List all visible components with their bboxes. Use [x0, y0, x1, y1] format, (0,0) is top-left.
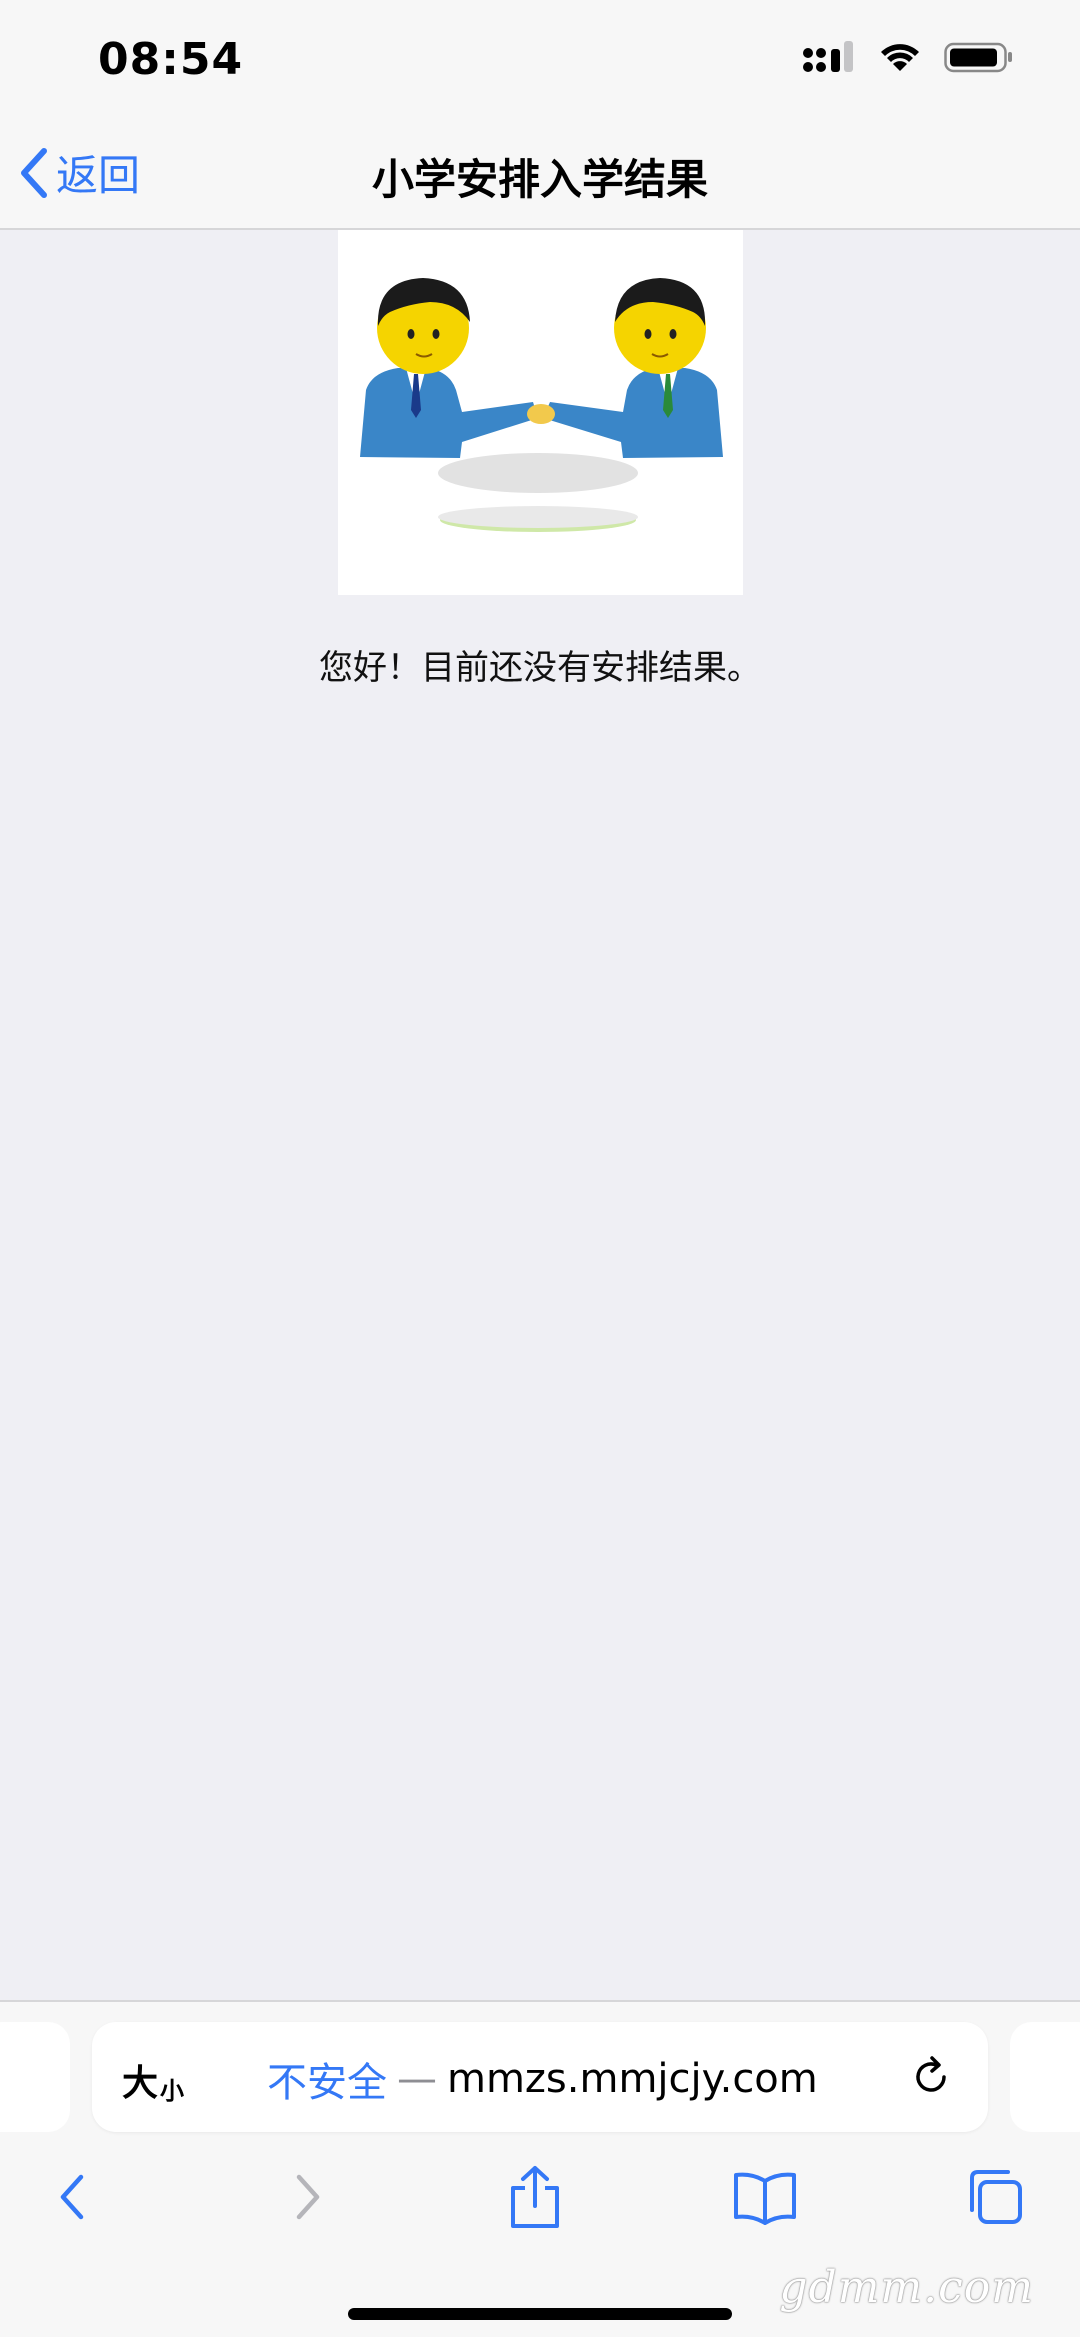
- url-separator: —: [397, 2056, 437, 2102]
- reload-icon[interactable]: [906, 2052, 956, 2102]
- tabs-icon: [970, 2170, 1022, 2224]
- cellular-signal-icon: [803, 41, 853, 72]
- url-domain: mmzs.mmjcjy.com: [447, 2056, 818, 2102]
- browser-toolbar: [0, 2152, 1080, 2252]
- browser-chrome: 大 小 不安全 — mmzs.mmjcjy.com gdmm.com: [0, 2000, 1080, 2337]
- text-size-button[interactable]: 大 小: [122, 2054, 184, 2106]
- watermark: gdmm.com: [779, 2262, 1034, 2313]
- status-icons: [802, 40, 1014, 74]
- book-icon: [734, 2172, 796, 2225]
- chevron-left-icon: [60, 2174, 84, 2220]
- wifi-icon: [881, 44, 919, 71]
- url-display[interactable]: 不安全 — mmzs.mmjcjy.com: [267, 2050, 818, 2108]
- home-indicator[interactable]: [348, 2308, 732, 2320]
- share-icon: [511, 2166, 559, 2228]
- handshake-illustration: [338, 230, 743, 595]
- battery-icon: [944, 42, 1012, 73]
- security-warning: 不安全: [267, 2060, 387, 2106]
- screen: 08:54 返回 小学安排入学结果 您好！目前还没有安排结果。 大 小 不安全 …: [0, 0, 1080, 2337]
- next-tab-preview[interactable]: [1010, 2022, 1080, 2132]
- main-content: 您好！目前还没有安排结果。: [0, 230, 1080, 2000]
- forward-nav-button[interactable]: [272, 2162, 342, 2232]
- back-nav-button[interactable]: [38, 2162, 108, 2232]
- tabs-button[interactable]: [960, 2162, 1030, 2232]
- share-button[interactable]: [500, 2162, 570, 2232]
- handshake-figures-icon: [360, 278, 723, 532]
- nav-bar: 返回 小学安排入学结果: [0, 112, 1080, 230]
- address-bar[interactable]: 大 小 不安全 — mmzs.mmjcjy.com: [92, 2022, 988, 2132]
- page-title: 小学安排入学结果: [371, 155, 708, 204]
- chevron-right-icon: [296, 2174, 320, 2220]
- previous-tab-preview[interactable]: [0, 2022, 70, 2132]
- result-message: 您好！目前还没有安排结果。: [319, 648, 761, 688]
- text-size-small-label: 小: [160, 2077, 185, 2105]
- text-size-big-label: 大: [122, 2063, 159, 2104]
- bookmarks-button[interactable]: [730, 2162, 800, 2232]
- status-bar: 08:54: [0, 0, 1080, 112]
- status-time: 08:54: [98, 34, 244, 85]
